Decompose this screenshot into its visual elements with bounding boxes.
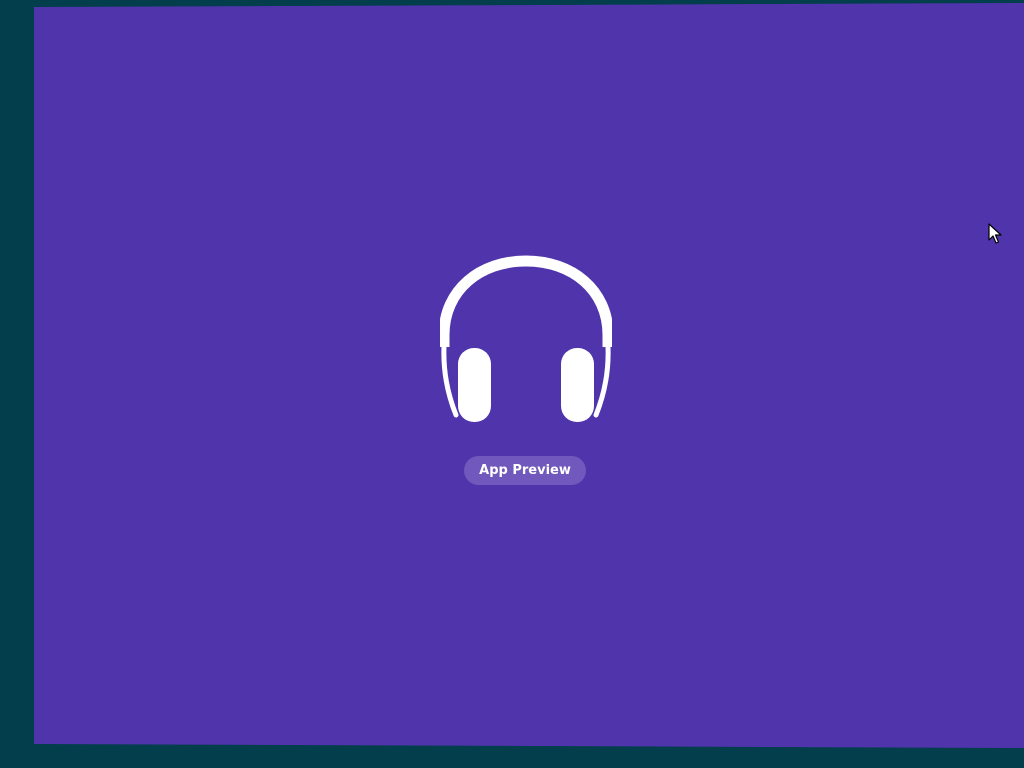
headband bbox=[440, 255, 612, 347]
app-preview-badge: App Preview bbox=[464, 456, 586, 485]
left-earcup bbox=[458, 348, 491, 422]
right-earcup bbox=[561, 348, 594, 422]
headphones-icon bbox=[440, 255, 612, 422]
right-stem bbox=[593, 344, 611, 418]
mouse-pointer-icon bbox=[988, 223, 1002, 244]
left-stem bbox=[441, 344, 459, 418]
